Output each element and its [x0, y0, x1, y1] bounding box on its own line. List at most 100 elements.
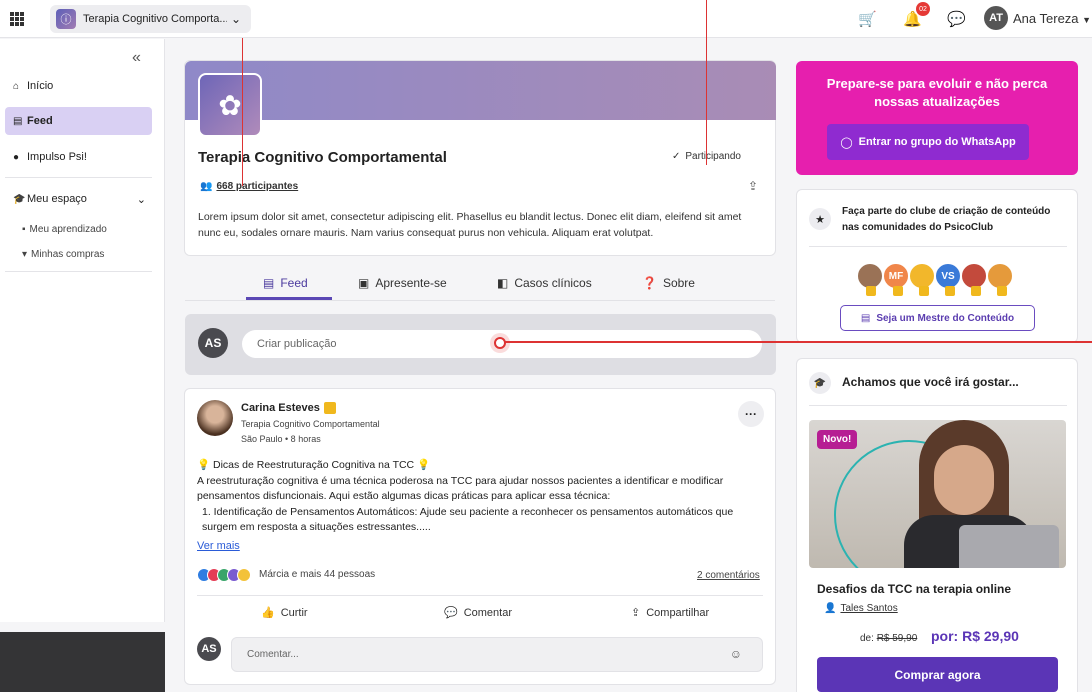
annotation-line — [242, 38, 243, 186]
user-icon: 👤 — [824, 603, 837, 614]
cart-icon: ▾ — [22, 249, 28, 260]
graduation-cap-icon: 🎓 — [13, 193, 26, 205]
more-options-icon[interactable]: ··· — [738, 401, 764, 427]
bulb-icon: ● — [13, 151, 20, 163]
star-icon: ★ — [809, 208, 831, 230]
divider — [197, 595, 763, 596]
comment-input[interactable]: Comentar... ☺ — [231, 637, 763, 672]
divider — [809, 405, 1067, 406]
tab-label: Feed — [280, 276, 308, 290]
divider — [5, 177, 152, 178]
post-list-item: 1. Identificação de Pensamentos Automáti… — [202, 505, 734, 534]
buy-now-button[interactable]: Comprar agora — [817, 657, 1058, 692]
course-title[interactable]: Desafios da TCC na terapia online — [817, 582, 1011, 596]
people-icon: 👥 — [200, 181, 213, 192]
post-paragraph: A reestruturação cognitiva é uma técnica… — [197, 474, 724, 503]
cart-icon[interactable]: 🛒 — [858, 10, 877, 28]
annotation-line — [706, 0, 707, 165]
tab-feed[interactable]: ▤ Feed — [263, 276, 308, 290]
sidebar-item-label: Meu espaço — [27, 193, 87, 205]
sidebar-item-label: Início — [27, 80, 54, 92]
share-button[interactable]: ⇪ Compartilhar — [631, 606, 710, 620]
post-body: 💡 Dicas de Reestruturação Cognitiva na T… — [197, 458, 767, 536]
like-button[interactable]: 👍 Curtir — [261, 606, 308, 620]
mestre-conteudo-button[interactable]: ▤ Seja um Mestre do Conteúdo — [840, 305, 1035, 331]
sidebar-item-feed[interactable]: ▤ Feed — [5, 107, 152, 135]
person-face — [934, 445, 994, 515]
emoji-icon[interactable]: ☺ — [730, 647, 742, 661]
brain-icon: ✿ — [198, 73, 262, 137]
sidebar-item-impulso[interactable]: ● Impulso Psi! — [5, 143, 152, 171]
sidebar-item-label: Impulso Psi! — [27, 151, 87, 163]
club-text: Faça parte do clube de criação de conteú… — [842, 206, 1051, 233]
course-author: 👤 Tales Santos — [824, 603, 898, 614]
divider — [809, 246, 1067, 247]
home-icon: ⌂ — [13, 80, 20, 92]
comments-count[interactable]: 2 comentários — [697, 570, 760, 581]
tab-label: Casos clínicos — [514, 276, 592, 290]
whatsapp-icon: ◯ — [840, 136, 853, 149]
id-card-icon: ▣ — [358, 276, 370, 290]
tab-apresente-se[interactable]: ▣ Apresente-se — [358, 276, 447, 290]
chevron-down-icon: ⌄ — [136, 193, 146, 206]
community-selector[interactable]: ⓘ Terapia Cognitivo Comporta... ⌄ — [50, 5, 251, 33]
laptop — [959, 525, 1059, 568]
post-author-name: Carina Esteves — [241, 402, 320, 414]
post-author[interactable]: Carina Esteves — [241, 402, 336, 414]
top-bar: ⓘ Terapia Cognitivo Comporta... ⌄ 🛒 🔔 02… — [0, 0, 1092, 38]
avatar[interactable]: AT — [984, 6, 1008, 30]
feed-icon: ▤ — [263, 276, 275, 290]
badge-icon — [997, 286, 1007, 296]
participants-link[interactable]: 👥 668 participantes — [200, 181, 298, 192]
sidebar-subitem-compras[interactable]: ▾ Minhas compras — [22, 249, 104, 260]
smile-reaction-icon — [237, 568, 251, 582]
sidebar-subitem-label: Meu aprendizado — [29, 224, 107, 235]
badge-icon — [945, 286, 955, 296]
avatar: AS — [197, 637, 221, 661]
chat-icon[interactable]: 💬 — [947, 10, 966, 28]
badge-icon — [323, 402, 336, 414]
comment-button[interactable]: 💬 Comentar — [444, 606, 512, 620]
share-label: Compartilhar — [646, 606, 710, 619]
course-thumbnail[interactable]: Novo! — [809, 420, 1066, 568]
participants-count: 668 participantes — [216, 181, 299, 192]
community-logo-icon: ⓘ — [56, 9, 76, 29]
user-menu[interactable]: Ana Tereza ▼ — [1013, 11, 1091, 26]
community-title: Terapia Cognitivo Comportamental — [198, 149, 447, 166]
badge-icon — [971, 286, 981, 296]
badge-icon — [919, 286, 929, 296]
community-card: ✿ Terapia Cognitivo Comportamental ✓ Part… — [184, 60, 776, 256]
promo-title: Prepare-se para evoluir e não perca noss… — [826, 76, 1048, 109]
clinic-icon: ◧ — [497, 276, 509, 290]
badge-icon — [866, 286, 876, 296]
tab-label: Sobre — [662, 276, 695, 290]
new-price: por: R$ 29,90 — [931, 628, 1019, 644]
check-icon: ✓ — [672, 151, 681, 162]
sidebar-item-meu-espaco[interactable]: 🎓 Meu espaço ⌄ — [5, 185, 152, 213]
old-price-value: R$ 59,90 — [876, 633, 918, 644]
collapse-sidebar-icon[interactable]: « — [132, 49, 141, 67]
tab-sobre[interactable]: ❓ Sobre — [642, 276, 695, 290]
badge-icon — [893, 286, 903, 296]
annotation-line — [502, 341, 1092, 343]
author-avatar[interactable] — [197, 400, 233, 436]
whatsapp-group-button[interactable]: ◯ Entrar no grupo do WhatsApp — [827, 124, 1029, 160]
participating-label: Participando — [685, 151, 741, 162]
divider — [5, 271, 152, 272]
reactions-summary[interactable]: Márcia e mais 44 pessoas — [259, 569, 375, 580]
community-description: Lorem ipsum dolor sit amet, consectetur … — [198, 211, 742, 239]
post-meta: São Paulo • 8 horas — [241, 434, 321, 444]
create-post-placeholder: Criar publicação — [257, 338, 337, 350]
sidebar-item-inicio[interactable]: ⌂ Início — [5, 72, 152, 100]
click-marker — [494, 337, 506, 349]
composer: AS Criar publicação — [185, 314, 776, 375]
share-icon[interactable]: ⇪ — [748, 179, 758, 193]
sidebar-subitem-aprendizado[interactable]: ▪ Meu aprendizado — [22, 224, 107, 235]
see-more-link[interactable]: Ver mais — [197, 540, 240, 552]
book-icon: ▤ — [860, 312, 871, 324]
tab-casos-clinicos[interactable]: ◧ Casos clínicos — [497, 276, 592, 290]
community-selector-label: Terapia Cognitivo Comporta... — [83, 13, 227, 25]
mestre-button-label: Seja um Mestre do Conteúdo — [876, 312, 1015, 324]
course-author-name: Tales Santos — [840, 603, 898, 614]
apps-grid-icon[interactable] — [10, 12, 24, 26]
